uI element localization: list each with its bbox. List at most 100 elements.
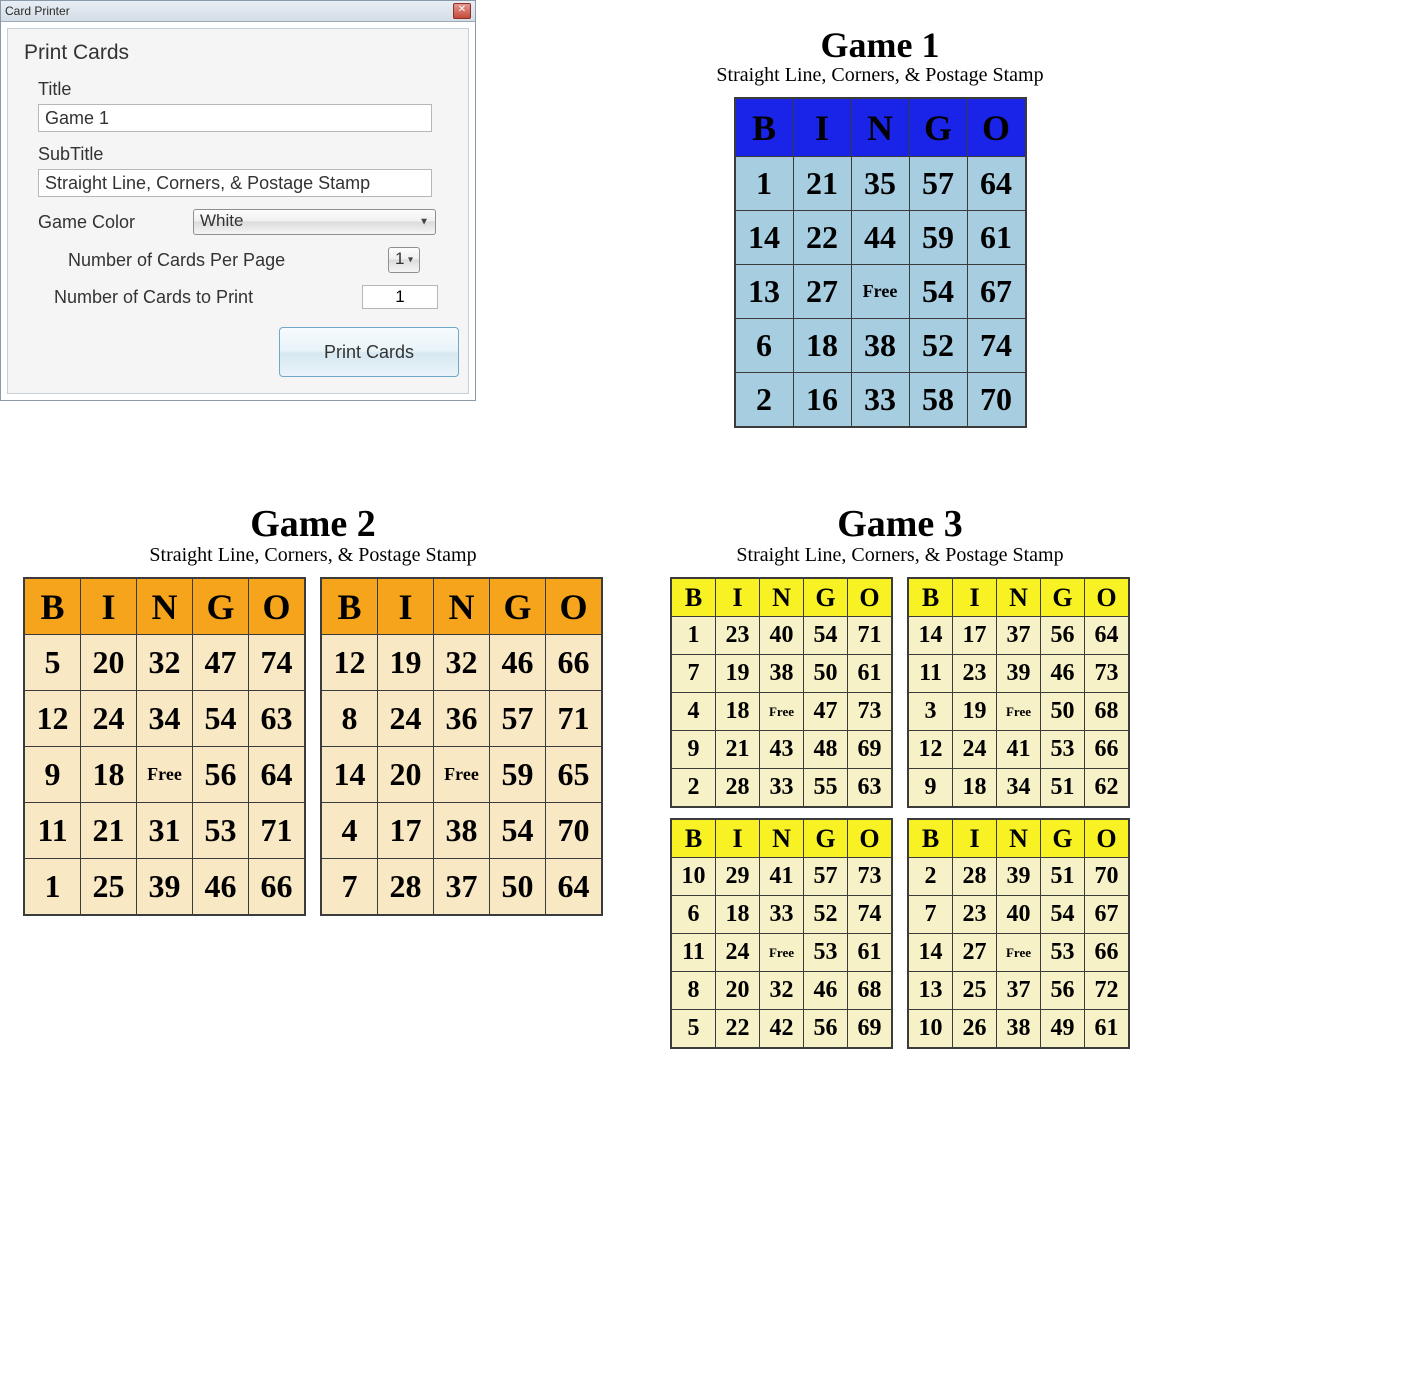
- bingo-cell: 14: [735, 211, 793, 265]
- bingo-cell: 71: [848, 617, 892, 655]
- bingo-card: BINGO14173756641123394673319Free50681224…: [907, 577, 1130, 808]
- subtitle-input[interactable]: [38, 169, 432, 197]
- print-cards-button[interactable]: Print Cards: [279, 327, 459, 377]
- bingo-cell: 13: [735, 265, 793, 319]
- bingo-cell: 24: [81, 691, 137, 747]
- bingo-cell: 39: [997, 858, 1041, 896]
- bingo-cell: 2: [672, 769, 716, 807]
- bingo-cell: 26: [953, 1010, 997, 1048]
- section-heading: Print Cards: [24, 41, 452, 65]
- bingo-cell: 73: [848, 693, 892, 731]
- bingo-cell: 39: [997, 655, 1041, 693]
- bingo-cell: 63: [848, 769, 892, 807]
- bingo-cell: 20: [378, 747, 434, 803]
- title-input[interactable]: [38, 104, 432, 132]
- bingo-cell: 71: [249, 803, 305, 859]
- bingo-cell: 7: [322, 859, 378, 915]
- bingo-cell: 53: [1041, 934, 1085, 972]
- bingo-cell: 48: [804, 731, 848, 769]
- bingo-header-cell: O: [848, 579, 892, 617]
- bingo-cell: 14: [909, 934, 953, 972]
- bingo-cell: 61: [1085, 1010, 1129, 1048]
- bingo-cell: 22: [716, 1010, 760, 1048]
- bingo-cell: 21: [716, 731, 760, 769]
- bingo-header-cell: O: [1085, 820, 1129, 858]
- chevron-down-icon: ▼: [419, 217, 429, 228]
- bingo-cell: 40: [997, 896, 1041, 934]
- game3-cards: BINGO123405471719385061418Free4773921434…: [640, 577, 1160, 1049]
- bingo-header-cell: B: [322, 579, 378, 635]
- bingo-cell: 44: [851, 211, 909, 265]
- bingo-cell: 50: [490, 859, 546, 915]
- bingo-cell: 20: [716, 972, 760, 1010]
- bingo-header-cell: G: [909, 99, 967, 157]
- bingo-cell: 19: [716, 655, 760, 693]
- bingo-cell: 29: [716, 858, 760, 896]
- bingo-header-cell: O: [848, 820, 892, 858]
- bingo-cell: 63: [249, 691, 305, 747]
- bingo-cell: 53: [1041, 731, 1085, 769]
- bingo-cell: 51: [1041, 858, 1085, 896]
- bingo-cell: 8: [672, 972, 716, 1010]
- bingo-cell: 39: [137, 859, 193, 915]
- cards-per-page-label: Number of Cards Per Page: [68, 250, 388, 271]
- bingo-cell: 68: [848, 972, 892, 1010]
- bingo-cell: 49: [1041, 1010, 1085, 1048]
- bingo-cell: 46: [193, 859, 249, 915]
- bingo-cell: 66: [1085, 934, 1129, 972]
- bingo-header-cell: I: [378, 579, 434, 635]
- bingo-cell: 13: [909, 972, 953, 1010]
- game-color-select[interactable]: White ▼: [193, 209, 436, 235]
- bingo-cell: 61: [848, 934, 892, 972]
- bingo-cell: Free: [434, 747, 490, 803]
- bingo-cell: 74: [848, 896, 892, 934]
- bingo-header-cell: O: [1085, 579, 1129, 617]
- window-title: Card Printer: [5, 4, 70, 18]
- cards-to-print-input[interactable]: [362, 285, 438, 309]
- bingo-header-cell: O: [967, 99, 1025, 157]
- bingo-cell: 11: [672, 934, 716, 972]
- bingo-header-cell: B: [909, 579, 953, 617]
- card-printer-dialog: Card Printer ✕ Print Cards Title SubTitl…: [0, 0, 476, 401]
- bingo-cell: 17: [378, 803, 434, 859]
- bingo-cell: 68: [1085, 693, 1129, 731]
- bingo-cell: 19: [953, 693, 997, 731]
- bingo-header-cell: N: [137, 579, 193, 635]
- bingo-cell: 52: [804, 896, 848, 934]
- game2-title: Game 2: [8, 502, 618, 546]
- bingo-cell: 25: [81, 859, 137, 915]
- bingo-cell: 46: [1041, 655, 1085, 693]
- bingo-cell: 20: [81, 635, 137, 691]
- bingo-cell: 10: [909, 1010, 953, 1048]
- bingo-header-cell: I: [953, 579, 997, 617]
- bingo-cell: 53: [193, 803, 249, 859]
- bingo-header-cell: I: [716, 579, 760, 617]
- bingo-cell: 69: [848, 731, 892, 769]
- bingo-cell: 24: [378, 691, 434, 747]
- bingo-cell: 5: [25, 635, 81, 691]
- bingo-cell: 31: [137, 803, 193, 859]
- bingo-cell: 50: [804, 655, 848, 693]
- bingo-cell: 28: [953, 858, 997, 896]
- cards-per-page-select[interactable]: 1 ▾: [388, 247, 420, 273]
- bingo-cell: 19: [378, 635, 434, 691]
- bingo-cell: 23: [953, 896, 997, 934]
- bingo-cell: 11: [25, 803, 81, 859]
- bingo-header-cell: N: [760, 820, 804, 858]
- bingo-cell: 28: [378, 859, 434, 915]
- cards-to-print-label: Number of Cards to Print: [54, 287, 362, 308]
- bingo-header-cell: G: [193, 579, 249, 635]
- bingo-cell: 12: [25, 691, 81, 747]
- bingo-cell: 10: [672, 858, 716, 896]
- bingo-cell: 71: [546, 691, 602, 747]
- bingo-cell: Free: [851, 265, 909, 319]
- bingo-header-cell: B: [735, 99, 793, 157]
- bingo-cell: 54: [490, 803, 546, 859]
- bingo-cell: 64: [546, 859, 602, 915]
- close-icon[interactable]: ✕: [453, 3, 471, 19]
- bingo-cell: 66: [249, 859, 305, 915]
- bingo-cell: 59: [909, 211, 967, 265]
- bingo-cell: 64: [1085, 617, 1129, 655]
- bingo-cell: 16: [793, 373, 851, 427]
- bingo-cell: 41: [997, 731, 1041, 769]
